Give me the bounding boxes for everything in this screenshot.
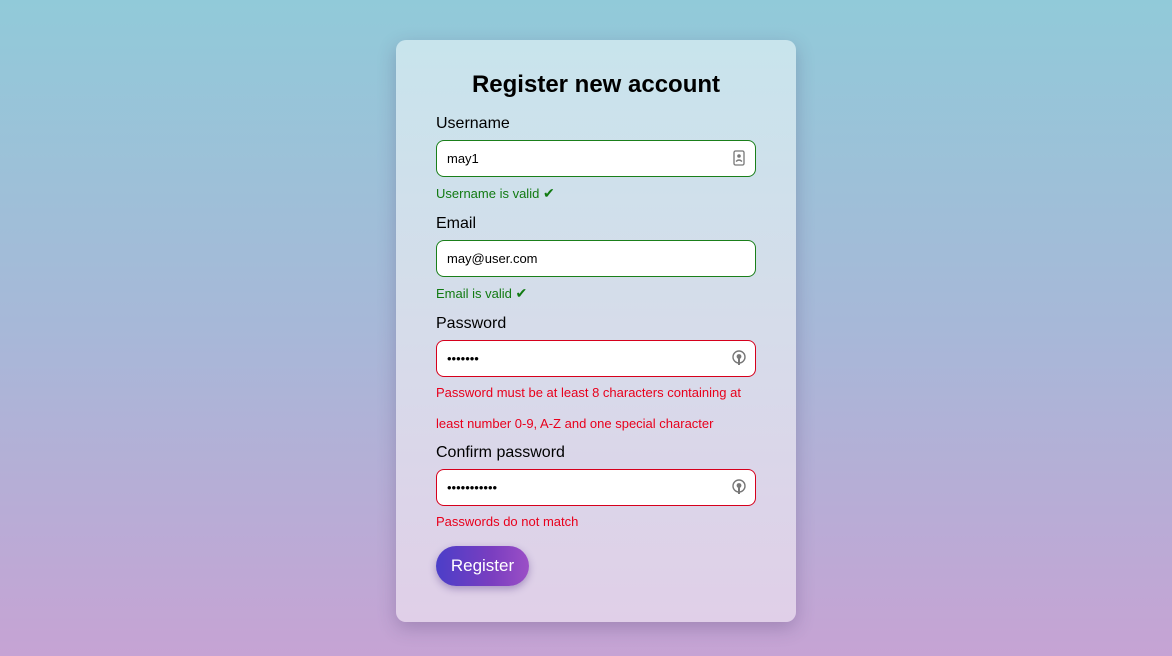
username-validation-message: Username is valid ✔: [436, 184, 756, 203]
check-mark-icon: ✔: [515, 285, 528, 301]
password-key-icon[interactable]: [730, 349, 748, 367]
password-key-icon[interactable]: [730, 478, 748, 496]
email-input-wrapper: [436, 240, 756, 277]
form-title: Register new account: [471, 71, 721, 98]
username-message-text: Username is valid: [436, 186, 540, 201]
register-card: Register new account Username Username i…: [396, 40, 796, 622]
username-input-wrapper: [436, 140, 756, 177]
password-validation-message: Password must be at least 8 characters c…: [436, 385, 741, 431]
email-message-text: Email is valid: [436, 286, 512, 301]
email-input[interactable]: [436, 240, 756, 277]
confirm-password-validation-message: Passwords do not match: [436, 514, 579, 529]
confirm-password-input-wrapper: [436, 469, 756, 506]
confirm-password-input[interactable]: [436, 469, 756, 506]
username-input[interactable]: [436, 140, 756, 177]
email-validation-message: Email is valid ✔: [436, 284, 756, 303]
username-label: Username: [436, 115, 510, 132]
password-label: Password: [436, 315, 507, 332]
email-label: Email: [436, 215, 477, 232]
password-input[interactable]: [436, 340, 756, 377]
confirm-password-label: Confirm password: [436, 444, 565, 461]
password-input-wrapper: [436, 340, 756, 377]
check-mark-icon: ✔: [542, 185, 555, 201]
contact-card-icon[interactable]: [730, 149, 748, 167]
register-button[interactable]: Register: [436, 546, 529, 586]
